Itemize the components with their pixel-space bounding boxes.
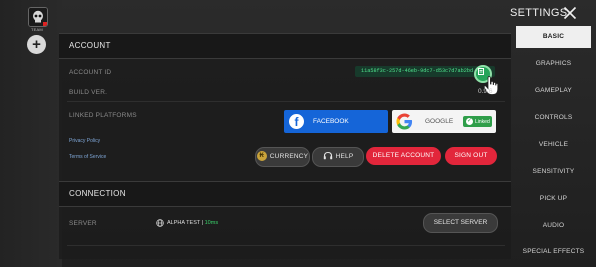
- menu-item-basic[interactable]: BASIC: [516, 26, 591, 48]
- menu-item-graphics[interactable]: GRAPHICS: [516, 53, 591, 75]
- google-link-button[interactable]: GOOGLE ✓ Linked: [392, 110, 496, 133]
- help-button[interactable]: HELP: [312, 147, 364, 167]
- terms-of-service-link[interactable]: Terms of Service: [69, 154, 106, 160]
- privacy-policy-link[interactable]: Privacy Policy: [69, 138, 100, 144]
- facebook-icon: f: [289, 114, 304, 129]
- team-label: TEAM: [31, 27, 43, 32]
- menu-item-vehicle[interactable]: VEHICLE: [516, 134, 591, 156]
- menu-item-pick-up[interactable]: PICK UP: [516, 188, 591, 210]
- add-team-button[interactable]: +: [27, 35, 46, 54]
- facebook-label: FACEBOOK: [313, 118, 349, 125]
- google-icon: [396, 113, 413, 130]
- menu-item-gameplay[interactable]: GAMEPLAY: [516, 80, 591, 102]
- coin-icon: ₭: [256, 151, 267, 162]
- linked-badge: ✓ Linked: [463, 116, 492, 127]
- divider: [67, 101, 505, 102]
- account-section-title: ACCOUNT: [69, 41, 111, 50]
- divider: [67, 245, 505, 246]
- google-label: GOOGLE: [425, 118, 454, 125]
- menu-item-sensitivity[interactable]: SENSITIVITY: [516, 161, 591, 183]
- globe-icon: [156, 219, 164, 227]
- settings-panel: ACCOUNT ACCOUNT ID 11a58f3c-257d-46eb-9d…: [59, 33, 511, 259]
- menu-item-controls[interactable]: CONTROLS: [516, 107, 591, 129]
- build-ver-value: 0.9.6: [478, 88, 493, 95]
- connection-section-title: CONNECTION: [69, 189, 126, 198]
- server-value: ALPHA TEST | 10ms: [167, 220, 218, 226]
- server-label: SERVER: [69, 220, 97, 227]
- currency-button[interactable]: ₭ CURRENCY: [255, 147, 310, 167]
- connection-section-header: CONNECTION: [59, 181, 511, 207]
- account-section-header: ACCOUNT: [59, 33, 511, 59]
- select-server-button[interactable]: SELECT SERVER: [423, 213, 498, 233]
- server-name: ALPHA TEST: [167, 220, 201, 226]
- close-icon[interactable]: [562, 5, 578, 21]
- help-label: HELP: [335, 153, 354, 160]
- account-id-value: 11a58f3c-257d-46eb-9dc7-d53c7d7ab2bd: [361, 68, 474, 74]
- skull-avatar-icon: [29, 8, 47, 26]
- delete-account-button[interactable]: DELETE ACCOUNT: [366, 147, 441, 165]
- avatar[interactable]: [28, 7, 48, 27]
- settings-title: SETTINGS: [510, 7, 568, 19]
- sign-out-button[interactable]: SIGN OUT: [445, 147, 497, 165]
- left-rail: TEAM +: [0, 0, 62, 267]
- menu-item-special-effects[interactable]: SPECIAL EFFECTS: [516, 241, 591, 263]
- menu-item-audio[interactable]: AUDIO: [516, 215, 591, 237]
- build-ver-label: BUILD VER.: [69, 89, 108, 96]
- linked-status: Linked: [475, 118, 490, 125]
- currency-label: CURRENCY: [269, 153, 309, 160]
- server-ping: 10ms: [204, 220, 219, 226]
- account-id-label: ACCOUNT ID: [69, 69, 112, 76]
- facebook-link-button[interactable]: f FACEBOOK: [284, 110, 388, 133]
- check-icon: ✓: [466, 118, 473, 125]
- headset-icon: [323, 152, 332, 160]
- linked-platforms-label: LINKED PLATFORMS: [69, 112, 137, 119]
